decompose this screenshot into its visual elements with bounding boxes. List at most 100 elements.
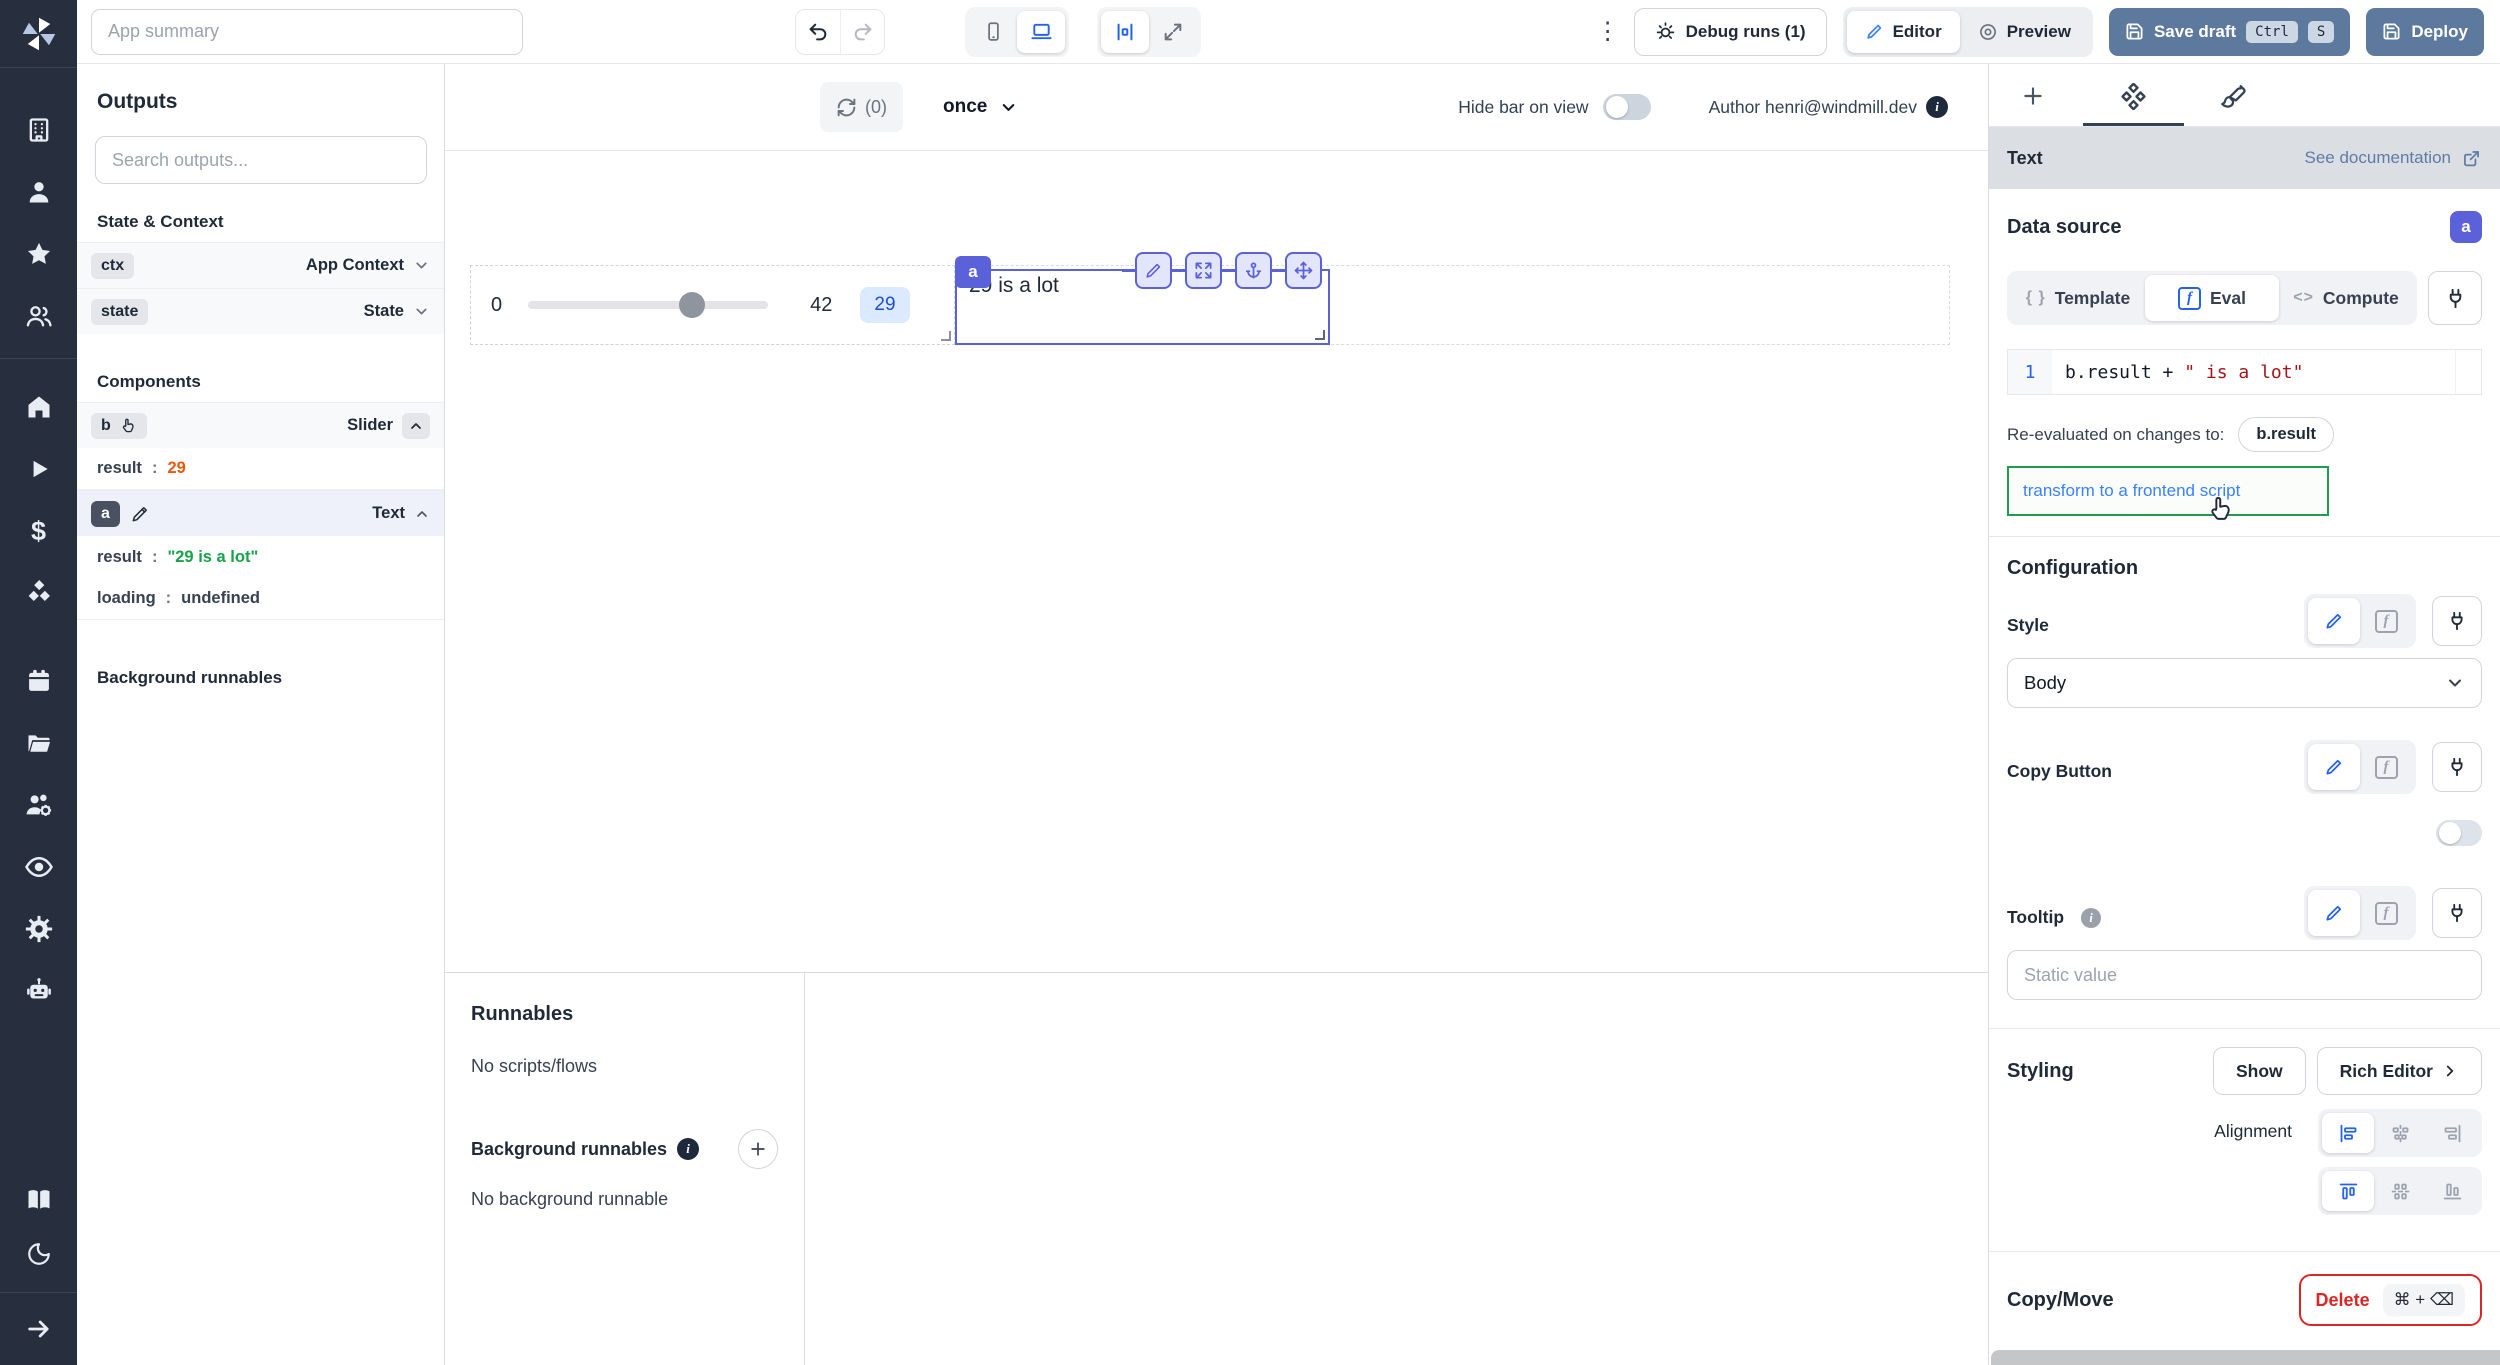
- static-mode-button[interactable]: [2308, 744, 2360, 790]
- collapse-toggle[interactable]: [402, 413, 430, 439]
- search-outputs-input[interactable]: [95, 136, 427, 184]
- windmill-logo[interactable]: [0, 0, 77, 68]
- tooltip-input[interactable]: [2007, 950, 2482, 1000]
- style-label: Style: [2007, 615, 2049, 648]
- variables-dollar-icon[interactable]: $: [17, 509, 61, 553]
- users-icon[interactable]: [17, 294, 61, 338]
- groups-admin-icon[interactable]: [17, 783, 61, 827]
- horizontal-scrollbar[interactable]: [1991, 1350, 2500, 1365]
- eval-mode-button[interactable]: f: [2360, 598, 2412, 644]
- star-icon[interactable]: [17, 232, 61, 276]
- component-row-a[interactable]: a Text: [77, 490, 444, 536]
- tab-insert-component[interactable]: [2015, 78, 2051, 114]
- style-select[interactable]: Body: [2007, 658, 2482, 708]
- pencil-icon[interactable]: [130, 504, 150, 524]
- ai-robot-icon[interactable]: [17, 969, 61, 1013]
- expand-sidebar-arrow-icon[interactable]: [17, 1307, 61, 1351]
- chevron-down-icon: [2445, 673, 2465, 693]
- transform-to-frontend-script-link[interactable]: transform to a frontend script: [2007, 466, 2329, 516]
- tab-preview[interactable]: Preview: [1960, 11, 2089, 53]
- hide-bar-toggle[interactable]: [1603, 94, 1651, 120]
- ctx-row[interactable]: ctx App Context: [77, 242, 444, 288]
- slider-track[interactable]: [528, 292, 768, 318]
- redo-button[interactable]: [840, 10, 884, 54]
- static-mode-button[interactable]: [2308, 890, 2360, 936]
- tab-component-settings[interactable]: [2115, 78, 2151, 114]
- eval-code-editor[interactable]: 1 b.result + " is a lot": [2007, 349, 2482, 395]
- settings-gear-icon[interactable]: [17, 907, 61, 951]
- dependency-pill[interactable]: b.result: [2238, 417, 2334, 452]
- chevron-down-icon: [413, 303, 430, 320]
- tooltip-info-icon[interactable]: i: [2081, 908, 2101, 928]
- delete-component-button[interactable]: Delete ⌘ + ⌫: [2299, 1274, 2482, 1326]
- state-badge: state: [91, 299, 148, 325]
- info-icon[interactable]: i: [677, 1138, 699, 1160]
- schedule-dropdown[interactable]: once: [943, 82, 1018, 132]
- eval-mode-button[interactable]: f: [2360, 744, 2412, 790]
- align-middle-button[interactable]: [2374, 1171, 2426, 1211]
- slider-component[interactable]: 0 42 29: [470, 265, 955, 345]
- undo-button[interactable]: [796, 10, 840, 54]
- user-icon[interactable]: [17, 170, 61, 214]
- tab-editor[interactable]: Editor: [1847, 11, 1960, 53]
- save-draft-button[interactable]: Save draft Ctrl S: [2109, 8, 2350, 56]
- styling-title: Styling: [2007, 1060, 2074, 1083]
- align-center-horizontal-button[interactable]: [2374, 1113, 2426, 1153]
- data-source-title: Data source: [2007, 216, 2122, 239]
- resize-handle[interactable]: [941, 331, 951, 341]
- state-row[interactable]: state State: [77, 288, 444, 334]
- app-summary-input[interactable]: [91, 9, 523, 55]
- slider-handle[interactable]: [679, 292, 705, 318]
- component-id-badge: a: [955, 256, 991, 288]
- canvas-grid[interactable]: 0 42 29 a 29 is a lot: [445, 151, 1988, 972]
- connect-plug-button[interactable]: [2432, 742, 2482, 792]
- chevron-up-icon[interactable]: [414, 506, 430, 522]
- audit-eye-icon[interactable]: [17, 845, 61, 889]
- rich-editor-button[interactable]: Rich Editor: [2317, 1047, 2482, 1095]
- author-info-icon[interactable]: i: [1926, 96, 1948, 118]
- pencil-icon: [2324, 757, 2344, 777]
- tab-theme-styling[interactable]: [2215, 78, 2251, 114]
- schedules-calendar-icon[interactable]: [17, 659, 61, 703]
- docs-book-icon[interactable]: [17, 1178, 61, 1222]
- connect-plug-button[interactable]: [2432, 888, 2482, 938]
- desktop-view-button[interactable]: [1017, 11, 1065, 53]
- refresh-button[interactable]: (0): [820, 82, 903, 132]
- add-background-runnable-button[interactable]: [738, 1129, 778, 1169]
- connect-plug-button[interactable]: [2428, 271, 2482, 325]
- component-row-b[interactable]: b Slider: [77, 402, 444, 448]
- windmill-app-editor: $: [0, 0, 2500, 1365]
- connect-plug-button[interactable]: [2432, 596, 2482, 646]
- runs-play-icon[interactable]: [17, 447, 61, 491]
- move-component-button[interactable]: [1285, 252, 1322, 289]
- resize-handle[interactable]: [1315, 330, 1325, 340]
- see-documentation-link[interactable]: See documentation: [2305, 148, 2483, 169]
- align-left-button[interactable]: [2322, 1113, 2374, 1153]
- align-bottom-button[interactable]: [2426, 1171, 2478, 1211]
- resources-cubes-icon[interactable]: [17, 571, 61, 615]
- home-icon[interactable]: [17, 385, 61, 429]
- text-component-selected[interactable]: a 29 is a lot: [955, 269, 1330, 345]
- mode-eval-tab[interactable]: f Eval: [2145, 275, 2279, 321]
- expand-component-button[interactable]: [1185, 252, 1222, 289]
- deploy-button[interactable]: Deploy: [2366, 8, 2484, 56]
- fullscreen-button[interactable]: [1149, 11, 1197, 53]
- mode-template-tab[interactable]: { } Template: [2011, 275, 2145, 321]
- debug-runs-button[interactable]: Debug runs (1): [1634, 8, 1827, 56]
- center-spacing-button[interactable]: [1101, 11, 1149, 53]
- workspace-icon[interactable]: [17, 108, 61, 152]
- copy-button-toggle[interactable]: [2436, 820, 2482, 846]
- edit-component-button[interactable]: [1135, 252, 1172, 289]
- align-top-button[interactable]: [2322, 1171, 2374, 1211]
- static-mode-button[interactable]: [2308, 598, 2360, 644]
- eval-mode-button[interactable]: f: [2360, 890, 2412, 936]
- show-styling-button[interactable]: Show: [2213, 1047, 2306, 1095]
- folders-icon[interactable]: [17, 721, 61, 765]
- more-menu-kebab-icon[interactable]: ⋮: [1596, 17, 1618, 46]
- mode-compute-tab[interactable]: <> Compute: [2279, 275, 2413, 321]
- line-number: 1: [2008, 350, 2052, 394]
- align-right-button[interactable]: [2426, 1113, 2478, 1153]
- mobile-view-button[interactable]: [969, 11, 1017, 53]
- dark-mode-moon-icon[interactable]: [17, 1232, 61, 1276]
- anchor-component-button[interactable]: [1235, 252, 1272, 289]
